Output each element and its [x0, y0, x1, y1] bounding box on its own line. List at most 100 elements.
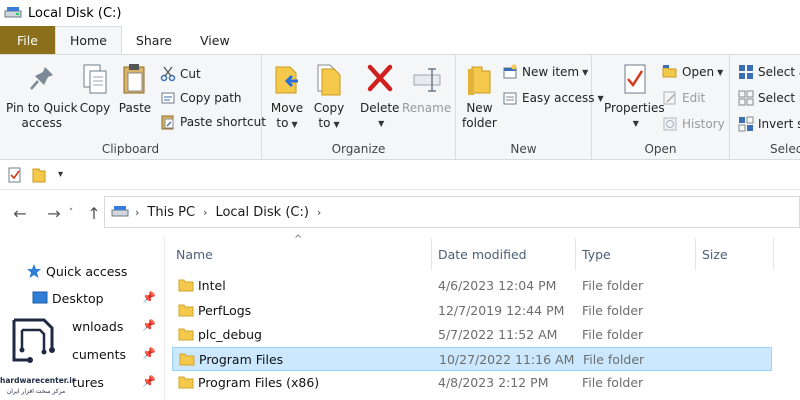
edit-button[interactable]: Edit — [662, 87, 705, 109]
new-folder-icon[interactable] — [32, 167, 46, 183]
pane-splitter[interactable] — [164, 236, 165, 400]
new-item-button[interactable]: New item ▼ — [502, 61, 588, 83]
nav-item-downloads[interactable]: wnloads — [72, 315, 123, 337]
properties-check-icon[interactable] — [8, 167, 22, 183]
properties-button[interactable]: Properties ▼ — [604, 61, 665, 131]
rename-label: Rename — [402, 101, 452, 115]
column-header-size[interactable]: Size — [696, 238, 774, 270]
move-to-button[interactable]: Move to ▼ — [270, 61, 304, 132]
address-row: ← → ˅ ↑ › This PC › Local Disk (C:) › — [0, 196, 800, 230]
pin-icon[interactable]: 📌 — [142, 375, 156, 388]
invert-selection-button[interactable]: Invert se — [738, 113, 800, 135]
copy-button[interactable]: Copy — [78, 61, 112, 116]
pin-icon — [25, 61, 59, 99]
folder-icon — [178, 279, 194, 292]
copy-to-button[interactable]: Copy to ▼ — [312, 61, 346, 132]
file-row-program-files-x86[interactable]: Program Files (x86) 4/8/2023 2:12 PM Fil… — [172, 371, 772, 395]
file-date: 5/7/2022 11:52 AM — [438, 326, 558, 342]
paste-button[interactable]: Paste — [118, 61, 152, 116]
breadcrumb-separator-icon[interactable]: › — [203, 206, 207, 219]
file-row-perflogs[interactable]: PerfLogs 12/7/2019 12:44 PM File folder — [172, 299, 772, 323]
chevron-down-icon: ▼ — [632, 119, 639, 128]
select-none-icon — [738, 90, 754, 106]
open-label: Open — [682, 65, 715, 79]
open-folder-icon — [662, 64, 678, 80]
copy-to-label-2: to ▼ — [318, 116, 340, 130]
back-arrow-icon[interactable]: ← — [8, 204, 32, 223]
tab-home[interactable]: Home — [55, 26, 122, 54]
nav-item-pictures[interactable]: tures — [72, 371, 104, 393]
drive-icon — [4, 6, 22, 20]
column-header-date-modified[interactable]: Date modified — [432, 238, 576, 270]
select-all-button[interactable]: Select al — [738, 61, 800, 83]
history-button[interactable]: History — [662, 113, 725, 135]
copy-label: Copy — [79, 101, 111, 115]
paste-label: Paste — [118, 101, 152, 115]
ribbon: Pin to Quick access Copy Paste Cut Copy … — [0, 54, 800, 160]
scissors-icon — [160, 66, 176, 82]
breadcrumb-this-pc[interactable]: This PC — [147, 205, 195, 220]
rename-button[interactable]: Rename — [402, 61, 451, 116]
nav-item-desktop[interactable]: Desktop — [32, 287, 104, 309]
file-date: 4/8/2023 2:12 PM — [438, 374, 549, 390]
tab-file[interactable]: File — [0, 26, 55, 54]
pin-icon[interactable]: 📌 — [142, 347, 156, 360]
copy-to-icon — [312, 61, 346, 99]
folder-icon — [178, 328, 194, 341]
select-all-label: Select al — [758, 65, 800, 79]
select-none-label: Select no — [758, 91, 800, 105]
easy-access-button[interactable]: Easy access ▼ — [502, 87, 604, 109]
breadcrumb-separator-icon[interactable]: › — [135, 206, 139, 219]
edit-label: Edit — [682, 91, 706, 105]
new-folder-button[interactable]: New folder — [462, 61, 497, 131]
copy-path-button[interactable]: Copy path — [160, 87, 242, 109]
select-group-label: Selec — [770, 142, 800, 156]
file-type: File folder — [582, 277, 644, 293]
pin-icon[interactable]: 📌 — [142, 291, 156, 304]
nav-item-quick-access[interactable]: Quick access — [26, 260, 127, 282]
cut-button[interactable]: Cut — [160, 63, 201, 85]
nav-quick-access-label: Quick access — [46, 263, 128, 279]
select-none-button[interactable]: Select no — [738, 87, 800, 109]
file-row-program-files[interactable]: Program Files 10/27/2022 11:16 AM File f… — [172, 347, 772, 371]
address-bar[interactable]: › This PC › Local Disk (C:) › — [104, 196, 800, 228]
up-arrow-icon[interactable]: ↑ — [82, 204, 106, 223]
delete-button[interactable]: Delete ▼ — [360, 61, 399, 131]
history-icon — [662, 116, 678, 132]
paste-icon — [118, 61, 152, 99]
tab-view[interactable]: View — [186, 26, 244, 54]
breadcrumb-local-disk[interactable]: Local Disk (C:) — [215, 205, 308, 220]
breadcrumb-separator-icon[interactable]: › — [317, 206, 321, 219]
chevron-down-icon: ▼ — [378, 119, 385, 128]
easy-access-label: Easy access — [522, 91, 595, 105]
recent-locations-chevron-icon[interactable]: ˅ — [66, 208, 76, 218]
new-group: New folder New item ▼ Easy access ▼ New — [456, 55, 604, 159]
clipboard-group-label: Clipboard — [101, 142, 160, 156]
column-header-type[interactable]: Type — [576, 238, 696, 270]
ribbon-tabs: File Home Share View — [0, 26, 800, 54]
move-label-1: Move — [270, 101, 304, 115]
copy-path-label: Copy path — [180, 91, 242, 105]
file-row-intel[interactable]: Intel 4/6/2023 12:04 PM File folder — [172, 274, 772, 298]
customize-toolbar-icon[interactable]: ▾ — [58, 169, 63, 180]
open-button[interactable]: Open ▼ — [662, 61, 723, 83]
nav-desktop-label: Desktop — [52, 290, 104, 306]
file-row-plc-debug[interactable]: plc_debug 5/7/2022 11:52 AM File folder — [172, 323, 772, 347]
pin-to-quick-access-button[interactable]: Pin to Quick access — [6, 61, 78, 131]
new-item-label: New item — [522, 65, 580, 79]
tab-share[interactable]: Share — [122, 26, 186, 54]
nav-item-documents[interactable]: cuments — [72, 343, 126, 365]
chevron-down-icon: ▼ — [582, 67, 589, 77]
pin-label-2: access — [21, 116, 62, 130]
forward-arrow-icon[interactable]: → — [42, 204, 66, 223]
column-header-name[interactable]: Name — [170, 238, 432, 270]
file-type: File folder — [582, 302, 644, 318]
window-title: Local Disk (C:) — [28, 5, 122, 21]
star-icon — [26, 263, 42, 279]
paste-shortcut-button[interactable]: Paste shortcut — [160, 111, 266, 133]
file-date: 4/6/2023 12:04 PM — [438, 277, 557, 293]
pin-icon[interactable]: 📌 — [142, 319, 156, 332]
select-all-icon — [738, 64, 754, 80]
chevron-down-icon: ▼ — [291, 120, 298, 129]
circuit-logo-icon — [12, 318, 55, 363]
